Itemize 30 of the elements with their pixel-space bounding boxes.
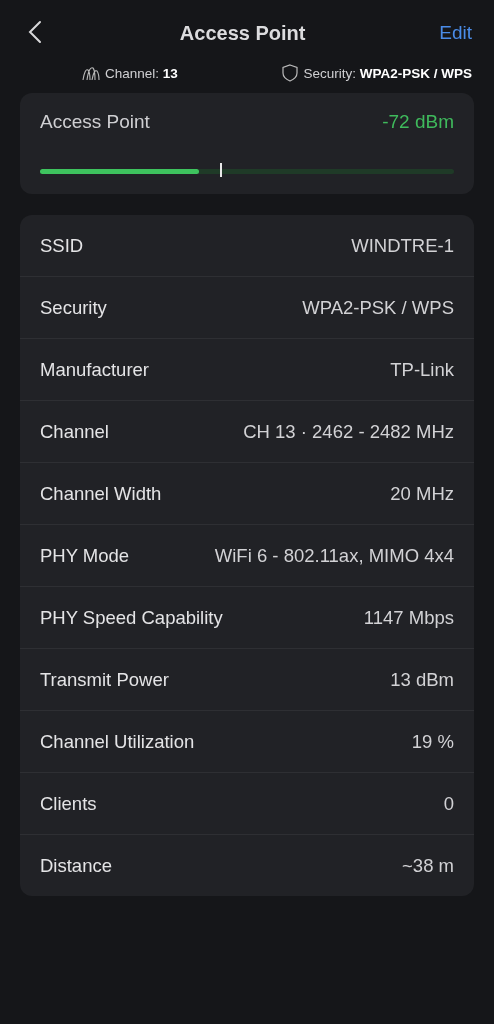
detail-value: 20 MHz bbox=[390, 482, 454, 505]
detail-label: Channel bbox=[40, 420, 109, 443]
detail-label: Manufacturer bbox=[40, 358, 149, 381]
detail-value: WINDTRE-1 bbox=[351, 234, 454, 257]
detail-label: Security bbox=[40, 296, 107, 319]
detail-value: ~38 m bbox=[402, 854, 454, 877]
edit-button[interactable]: Edit bbox=[439, 22, 472, 44]
channel-summary: Channel: 13 bbox=[105, 65, 178, 81]
signal-reading: -72 dBm bbox=[382, 111, 454, 133]
detail-value: 19 % bbox=[411, 730, 454, 753]
detail-label: Channel Utilization bbox=[40, 730, 195, 753]
antenna-icon bbox=[82, 66, 100, 80]
detail-label: Clients bbox=[40, 792, 97, 815]
detail-value: WiFi 6 - 802.11ax, MIMO 4x4 bbox=[214, 544, 454, 567]
security-summary: Security: WPA2-PSK / WPS bbox=[303, 65, 472, 81]
detail-label: Distance bbox=[40, 854, 112, 877]
signal-title: Access Point bbox=[40, 111, 150, 133]
detail-value: WPA2-PSK / WPS bbox=[302, 296, 454, 319]
detail-label: PHY Speed Capability bbox=[40, 606, 223, 629]
detail-value: 0 bbox=[443, 792, 454, 815]
detail-value: 1147 Mbps bbox=[363, 606, 454, 629]
detail-value: CH 13 · 2462 - 2482 MHz bbox=[243, 420, 454, 443]
detail-value: 13 dBm bbox=[390, 668, 454, 691]
detail-label: SSID bbox=[40, 234, 84, 257]
shield-icon bbox=[282, 64, 299, 82]
detail-label: Transmit Power bbox=[40, 668, 169, 691]
detail-value: TP-Link bbox=[390, 358, 454, 381]
page-title: Access Point bbox=[179, 21, 306, 45]
detail-label: PHY Mode bbox=[40, 544, 130, 567]
detail-label: Channel Width bbox=[40, 482, 162, 505]
